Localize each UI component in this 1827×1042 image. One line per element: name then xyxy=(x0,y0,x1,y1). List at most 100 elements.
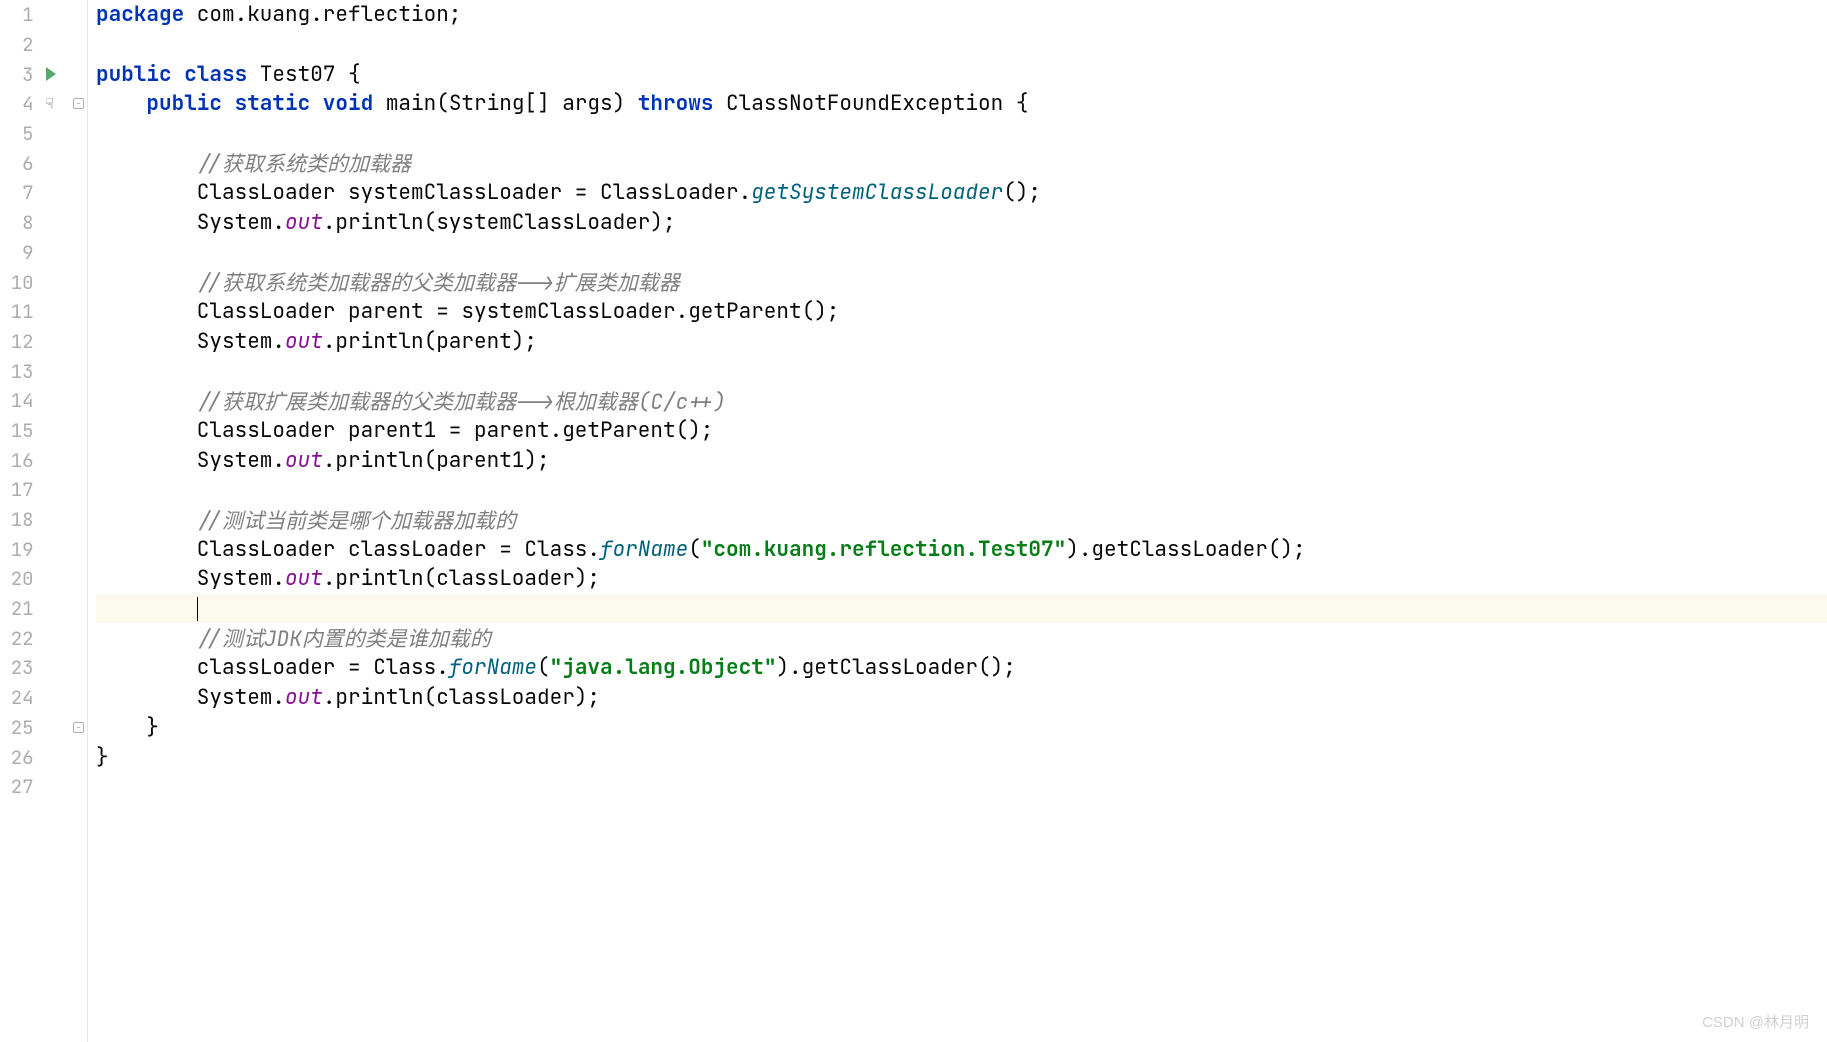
code-line[interactable]: System.out.println(parent1); xyxy=(96,445,1827,475)
line-number[interactable]: 6 xyxy=(0,151,38,176)
code-line[interactable]: //获取系统类加载器的父类加载器-->扩展类加载器 xyxy=(96,267,1827,297)
code-line[interactable] xyxy=(96,30,1827,60)
code-token-kw: package xyxy=(96,1,184,28)
line-number[interactable]: 12 xyxy=(0,329,38,354)
code-editor[interactable]: package com.kuang.reflection; public clas… xyxy=(88,0,1827,1042)
code-line[interactable]: System.out.println(parent); xyxy=(96,327,1827,357)
line-number[interactable]: 21 xyxy=(0,596,38,621)
code-line[interactable] xyxy=(96,594,1827,624)
code-token-comment-text: //获取系统类加载器的父类加载器-->扩展类加载器 xyxy=(197,267,680,297)
line-number[interactable]: 11 xyxy=(0,299,38,324)
line-number[interactable]: 5 xyxy=(0,121,38,146)
gutter-row: 17 xyxy=(0,475,87,505)
code-token-plain xyxy=(96,90,146,117)
code-token-plain xyxy=(96,625,197,652)
line-number[interactable]: 9 xyxy=(0,240,38,265)
code-line[interactable]: //测试JDK内置的类是谁加载的 xyxy=(96,623,1827,653)
line-number[interactable]: 15 xyxy=(0,418,38,443)
fold-icon[interactable]: − xyxy=(73,98,84,109)
code-line[interactable]: } xyxy=(96,713,1827,743)
line-number[interactable]: 17 xyxy=(0,477,38,502)
code-token-kw: throws xyxy=(638,90,714,117)
code-token-plain xyxy=(96,595,197,622)
code-line[interactable] xyxy=(96,356,1827,386)
code-token-method-static: forName xyxy=(600,536,688,563)
code-line[interactable] xyxy=(96,475,1827,505)
gutter-icons: ☟− xyxy=(38,95,87,113)
line-number[interactable]: 4 xyxy=(0,91,38,116)
line-number[interactable]: 18 xyxy=(0,507,38,532)
code-token-plain: ClassNotFoundException { xyxy=(713,90,1028,117)
line-number[interactable]: 26 xyxy=(0,745,38,770)
code-token-plain: .println(parent); xyxy=(323,328,537,355)
code-token-field: out xyxy=(285,209,323,236)
code-line[interactable]: ClassLoader parent1 = parent.getParent()… xyxy=(96,416,1827,446)
gutter-row: 24 xyxy=(0,683,87,713)
code-token-plain: (); xyxy=(1003,179,1041,206)
gutter-row: 9 xyxy=(0,238,87,268)
code-line[interactable]: package com.kuang.reflection; xyxy=(96,0,1827,30)
gutter-row: 26 xyxy=(0,742,87,772)
gutter-row: 15 xyxy=(0,416,87,446)
code-token-comment-text: //获取系统类的加载器 xyxy=(197,148,411,178)
code-line[interactable]: public static void main(String[] args) t… xyxy=(96,89,1827,119)
gutter-row: 10 xyxy=(0,267,87,297)
line-number[interactable]: 8 xyxy=(0,210,38,235)
code-token-field: out xyxy=(285,565,323,592)
code-line[interactable]: //测试当前类是哪个加载器加载的 xyxy=(96,505,1827,535)
line-number[interactable]: 13 xyxy=(0,359,38,384)
code-token-method-static: forName xyxy=(449,654,537,681)
code-line[interactable]: System.out.println(systemClassLoader); xyxy=(96,208,1827,238)
gutter-row: 14 xyxy=(0,386,87,416)
gutter-row: 20 xyxy=(0,564,87,594)
code-line[interactable]: ClassLoader parent = systemClassLoader.g… xyxy=(96,297,1827,327)
code-line[interactable]: ClassLoader classLoader = Class.forName(… xyxy=(96,534,1827,564)
code-line[interactable] xyxy=(96,119,1827,149)
code-token-method-static: getSystemClassLoader xyxy=(751,179,1003,206)
line-number[interactable]: 7 xyxy=(0,180,38,205)
gutter-row: 13 xyxy=(0,356,87,386)
line-number[interactable]: 24 xyxy=(0,685,38,710)
gutter-row: 4☟− xyxy=(0,89,87,119)
gutter-row: 2 xyxy=(0,30,87,60)
code-token-plain: main(String[] args) xyxy=(373,90,638,117)
line-number[interactable]: 3 xyxy=(0,62,38,87)
code-token-field: out xyxy=(285,447,323,474)
editor-gutter: 1234☟−5678910111213141516171819202122232… xyxy=(0,0,88,1042)
gutter-row: 8 xyxy=(0,208,87,238)
code-line[interactable]: //获取系统类的加载器 xyxy=(96,148,1827,178)
code-token-plain: classLoader = Class. xyxy=(96,654,449,681)
line-number[interactable]: 23 xyxy=(0,655,38,680)
line-number[interactable]: 10 xyxy=(0,270,38,295)
code-line[interactable]: classLoader = Class.forName("java.lang.O… xyxy=(96,653,1827,683)
fold-icon[interactable]: − xyxy=(73,722,84,733)
code-token-plain: System. xyxy=(96,328,285,355)
code-line[interactable]: } xyxy=(96,742,1827,772)
code-line[interactable]: //获取扩展类加载器的父类加载器-->根加载器(C/c++) xyxy=(96,386,1827,416)
code-line[interactable] xyxy=(96,772,1827,802)
watermark: CSDN @林月明 xyxy=(1702,1011,1809,1032)
line-number[interactable]: 16 xyxy=(0,448,38,473)
gutter-row: 5 xyxy=(0,119,87,149)
line-number[interactable]: 19 xyxy=(0,537,38,562)
code-token-comment-text: //测试JDK内置的类是谁加载的 xyxy=(197,623,491,653)
code-line[interactable]: System.out.println(classLoader); xyxy=(96,683,1827,713)
line-number[interactable]: 25 xyxy=(0,715,38,740)
code-token-plain xyxy=(96,150,197,177)
run-icon[interactable] xyxy=(46,67,56,81)
code-line[interactable]: public class Test07 { xyxy=(96,59,1827,89)
gutter-row: 7 xyxy=(0,178,87,208)
line-number[interactable]: 27 xyxy=(0,774,38,799)
line-number[interactable]: 22 xyxy=(0,626,38,651)
code-line[interactable]: ClassLoader systemClassLoader = ClassLoa… xyxy=(96,178,1827,208)
line-number[interactable]: 14 xyxy=(0,388,38,413)
code-line[interactable] xyxy=(96,238,1827,268)
code-token-plain: System. xyxy=(96,684,285,711)
code-line[interactable]: System.out.println(classLoader); xyxy=(96,564,1827,594)
gutter-row: 18 xyxy=(0,505,87,535)
line-number[interactable]: 20 xyxy=(0,566,38,591)
line-number[interactable]: 2 xyxy=(0,32,38,57)
code-token-plain xyxy=(96,506,197,533)
code-token-plain: .println(classLoader); xyxy=(323,565,600,592)
line-number[interactable]: 1 xyxy=(0,2,38,27)
